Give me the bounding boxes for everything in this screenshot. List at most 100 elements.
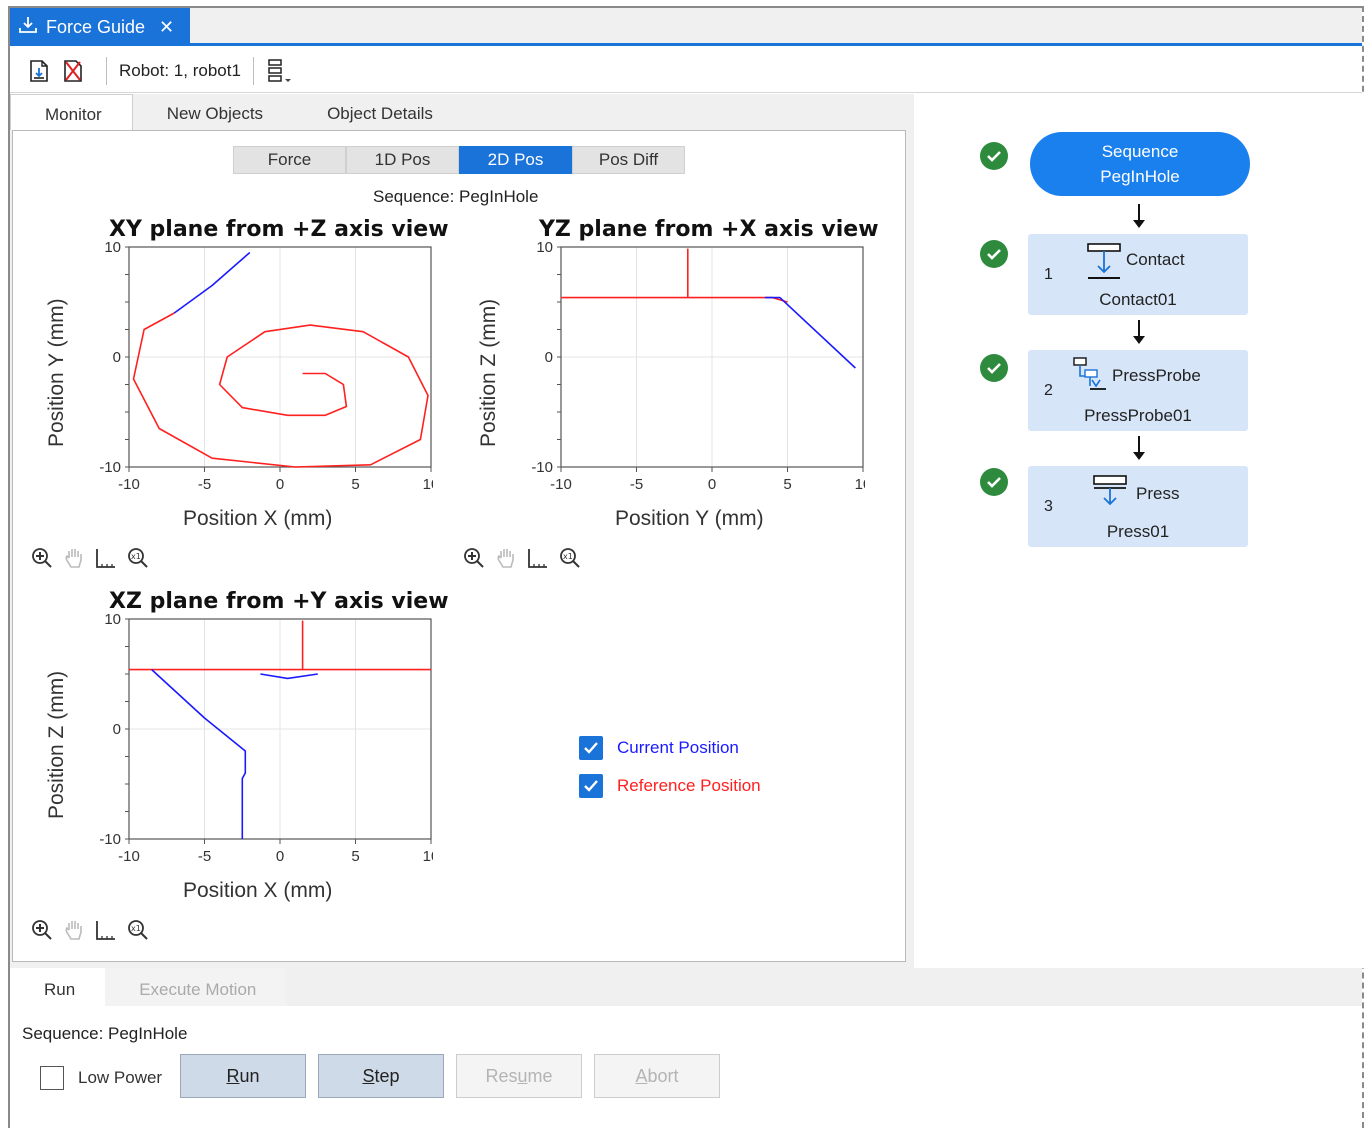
tab-run[interactable]: Run <box>10 968 106 1006</box>
series-line <box>132 312 429 468</box>
export-document-icon[interactable] <box>26 58 52 84</box>
sequence-node-label: Sequence <box>1101 142 1179 161</box>
status-ok-icon <box>980 354 1008 382</box>
tab-force-guide[interactable]: Force Guide ✕ <box>10 8 190 46</box>
zoom-in-icon[interactable] <box>29 545 55 571</box>
x-tick-label: 10 <box>423 476 433 493</box>
svg-text:x1: x1 <box>131 924 141 933</box>
step-instance: PressProbe01 <box>1084 406 1192 425</box>
chart-xz-plane[interactable]: -10 -5 0 5 10 10 0 -10 <box>73 609 433 871</box>
sequence-node[interactable]: Sequence PegInHole <box>1030 132 1250 196</box>
seg-pos-diff[interactable]: Pos Diff <box>572 146 685 174</box>
step-number: 2 <box>1044 382 1053 399</box>
step-pressprobe[interactable]: 2 PressProbe PressProbe01 <box>1028 350 1248 431</box>
force-guide-window: Force Guide ✕ Robot: 1, robot1 Monitor N… <box>8 6 1364 1130</box>
plot-tools-xy: x1 <box>29 545 151 571</box>
current-position-label: Current Position <box>617 738 739 757</box>
sequence-list-dropdown-icon[interactable] <box>266 58 292 84</box>
x-tick-label: 0 <box>276 476 284 493</box>
monitor-panel: Force 1D Pos 2D Pos Pos Diff Sequence: P… <box>12 130 906 962</box>
low-power-option[interactable]: Low Power <box>40 1066 162 1090</box>
y-tick-label: 0 <box>545 349 553 366</box>
plot-tools-yz: x1 <box>461 545 583 571</box>
pan-hand-icon[interactable] <box>493 545 519 571</box>
plot-tools-xz: x1 <box>29 917 151 943</box>
x-tick-label: 5 <box>351 848 359 865</box>
seg-1d-pos[interactable]: 1D Pos <box>346 146 459 174</box>
left-pane: Monitor New Objects Object Details Force… <box>10 94 914 968</box>
pan-hand-icon[interactable] <box>61 917 87 943</box>
reference-position-label: Reference Position <box>617 776 761 795</box>
step-press[interactable]: 3 Press Press01 <box>1028 466 1248 547</box>
chart-xy-plane[interactable]: -10 -5 0 5 10 10 0 -10 <box>73 237 433 499</box>
y-tick-label: 10 <box>536 239 553 256</box>
y-tick-label: -10 <box>99 459 121 476</box>
run-tabs: Run Execute Motion <box>10 968 1362 1006</box>
ylabel-xy: Position Y (mm) <box>45 298 68 447</box>
reference-position-checkbox[interactable] <box>579 774 603 798</box>
zoom-reset-icon[interactable]: x1 <box>125 545 151 571</box>
step-type: Contact <box>1126 250 1185 269</box>
pressprobe-icon <box>1073 357 1106 390</box>
seg-2d-pos[interactable]: 2D Pos <box>459 146 572 174</box>
x-tick-label: 5 <box>351 476 359 493</box>
pan-hand-icon[interactable] <box>61 545 87 571</box>
tab-object-details[interactable]: Object Details <box>293 94 463 130</box>
low-power-checkbox[interactable] <box>40 1066 64 1090</box>
zoom-in-icon[interactable] <box>461 545 487 571</box>
step-type: PressProbe <box>1112 366 1201 385</box>
x-tick-label: -5 <box>198 848 211 865</box>
seg-force[interactable]: Force <box>233 146 346 174</box>
legend-reference-position[interactable]: Reference Position <box>579 767 761 805</box>
x-tick-label: -10 <box>118 476 140 493</box>
x-tick-label: -5 <box>630 476 643 493</box>
x-tick-label: 0 <box>708 476 716 493</box>
current-position-checkbox[interactable] <box>579 736 603 760</box>
y-tick-label: 10 <box>104 611 121 628</box>
step-contact[interactable]: 1 Contact Contact01 <box>1028 234 1248 315</box>
step-instance: Contact01 <box>1099 290 1177 309</box>
svg-text:x1: x1 <box>131 552 141 561</box>
axis-scale-icon[interactable] <box>93 545 119 571</box>
svg-text:x1: x1 <box>563 552 573 561</box>
y-tick-label: 10 <box>104 239 121 256</box>
zoom-in-icon[interactable] <box>29 917 55 943</box>
zoom-reset-icon[interactable]: x1 <box>557 545 583 571</box>
x-tick-label: -5 <box>198 476 211 493</box>
tab-new-objects[interactable]: New Objects <box>133 94 293 130</box>
status-ok-icon <box>980 468 1008 496</box>
status-ok-icon <box>980 240 1008 268</box>
legend-current-position[interactable]: Current Position <box>579 729 761 767</box>
resume-button[interactable]: Res u me <box>456 1054 582 1098</box>
y-tick-label: -10 <box>531 459 553 476</box>
abort-button[interactable]: Abort <box>594 1054 720 1098</box>
run-button[interactable]: Run <box>180 1054 306 1098</box>
ylabel-yz: Position Z (mm) <box>477 298 500 447</box>
robot-label: Robot: 1, robot1 <box>119 60 241 80</box>
run-panel: Run Execute Motion Sequence: PegInHole L… <box>10 968 1362 1130</box>
delete-document-icon[interactable] <box>60 58 86 84</box>
axis-scale-icon[interactable] <box>525 545 551 571</box>
step-number: 3 <box>1044 498 1053 515</box>
toolbar-separator <box>252 56 254 85</box>
tab-execute-motion[interactable]: Execute Motion <box>105 968 287 1006</box>
axis-scale-icon[interactable] <box>93 917 119 943</box>
toolbar: Robot: 1, robot1 <box>10 49 1362 93</box>
flow-arrow-icon <box>1133 320 1145 344</box>
x-tick-label: -10 <box>550 476 572 493</box>
view-selector: Force 1D Pos 2D Pos Pos Diff <box>233 146 685 174</box>
tab-monitor[interactable]: Monitor <box>10 94 133 130</box>
step-button[interactable]: Step <box>318 1054 444 1098</box>
x-tick-label: 5 <box>783 476 791 493</box>
status-ok-icon <box>980 142 1008 170</box>
low-power-label: Low Power <box>78 1068 163 1087</box>
x-tick-label: 0 <box>276 848 284 865</box>
title-bar: Force Guide ✕ <box>10 8 1362 46</box>
chart-yz-plane[interactable]: -10 -5 0 5 10 10 0 -10 <box>505 237 865 499</box>
series-line <box>151 669 247 839</box>
step-number: 1 <box>1044 266 1053 283</box>
zoom-reset-icon[interactable]: x1 <box>125 917 151 943</box>
sequence-node-name: PegInHole <box>1100 167 1180 186</box>
close-tab-icon[interactable]: ✕ <box>159 17 174 38</box>
flow-arrow-icon <box>1133 204 1145 228</box>
